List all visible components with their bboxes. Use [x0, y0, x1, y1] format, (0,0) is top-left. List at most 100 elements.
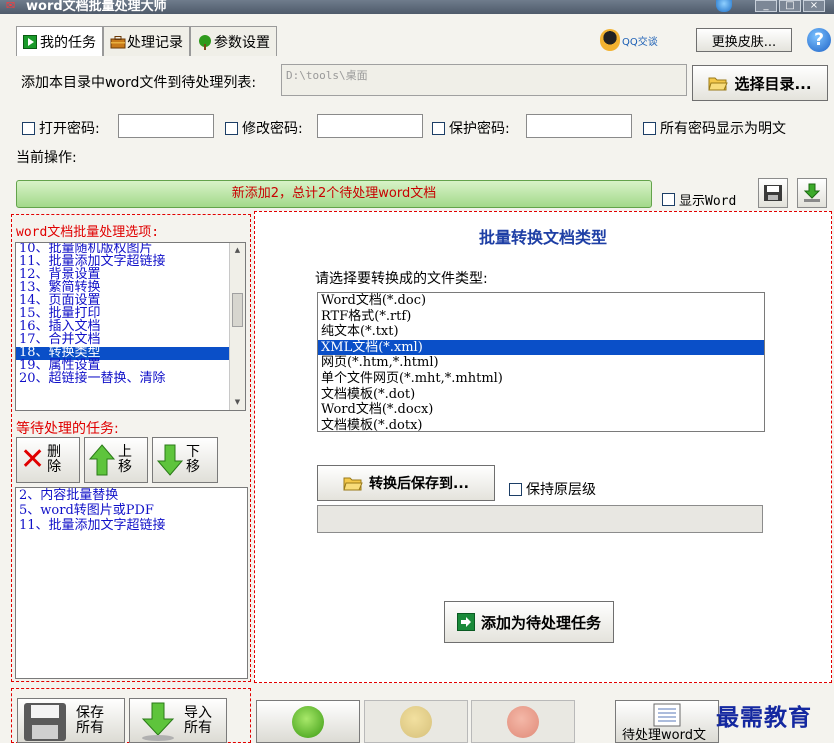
file-type-item[interactable]: 单个文件网页(*.mht,*.mhtml) [318, 371, 764, 387]
show-word-label: 显示Word [679, 194, 737, 209]
tab-process-history[interactable]: 处理记录 [103, 26, 190, 56]
change-skin-button[interactable]: 更换皮肤... [696, 28, 792, 52]
tab-bar: 我的任务 处理记录 参数设置 [16, 26, 277, 56]
option-list-item[interactable]: 20、超链接一替换、清除 [16, 372, 245, 386]
options-scrollbar[interactable]: ▲ ▼ [229, 243, 245, 410]
pending-task-item[interactable]: 5、word转图片或PDF [16, 503, 247, 518]
select-directory-button[interactable]: 选择目录... [692, 65, 828, 101]
directory-path-input[interactable]: D:\tools\桌面 [281, 64, 687, 96]
file-type-listbox[interactable]: Word文档(*.doc) RTF格式(*.rtf) 纯文本(*.txt) XML文档… [317, 292, 765, 432]
download-arrow-icon [803, 183, 821, 202]
status-message-bar: 新添加2，总计2个待处理word文档 [16, 180, 652, 208]
file-type-item[interactable]: Word文档(*.docx) [318, 402, 764, 418]
tab-my-tasks[interactable]: 我的任务 [16, 26, 103, 56]
keep-levels-checkbox[interactable]: 保持原层级 [509, 479, 596, 499]
save-all-button[interactable]: 保存所有 [17, 698, 125, 743]
save-to-label: 转换后保存到... [369, 476, 469, 492]
minimize-button[interactable]: _ [755, 0, 777, 12]
checkbox-box[interactable] [643, 121, 656, 135]
protect-password-input[interactable] [526, 114, 632, 138]
file-type-item[interactable]: RTF格式(*.rtf) [318, 309, 764, 325]
file-type-item[interactable]: 文档模板(*.dotx) [318, 418, 764, 431]
delete-task-button[interactable]: ✕ 删除 [16, 437, 80, 483]
red-x-icon: ✕ [20, 442, 46, 477]
file-type-item[interactable]: 纯文本(*.txt) [318, 324, 764, 340]
folder-open-icon [708, 77, 729, 91]
skin-indicator-icon[interactable] [716, 0, 732, 12]
maximize-button[interactable]: □ [779, 0, 801, 12]
show-plain-password-checkbox[interactable]: 所有密码显示为明文 [643, 118, 786, 138]
help-icon[interactable]: ? [807, 28, 831, 52]
up-arrow-icon [88, 444, 116, 476]
tab-settings[interactable]: 参数设置 [190, 26, 277, 56]
open-password-label: 打开密码: [39, 121, 100, 137]
file-type-item[interactable]: 网页(*.htm,*.html) [318, 355, 764, 371]
qq-penguin-icon [600, 29, 620, 51]
checkbox-box[interactable] [509, 482, 522, 496]
modify-password-label: 修改密码: [242, 121, 303, 137]
save-to-button[interactable]: 转换后保存到... [317, 465, 495, 501]
pending-tasks-listbox[interactable]: 2、内容批量替换 5、word转图片或PDF 11、批量添加文字超链接 [15, 487, 248, 679]
checkbox-box[interactable] [662, 193, 675, 206]
add-task-label: 添加为待处理任务 [480, 613, 601, 632]
options-listbox[interactable]: 10、批量随机版权图片 11、批量添加文字超链接 12、背景设置 13、繁简转换 14、… [15, 242, 246, 411]
convert-panel: 批量转换文档类型 请选择要转换成的文件类型: Word文档(*.doc) RTF格… [254, 211, 832, 683]
convert-title: 批量转换文档类型 [478, 228, 607, 247]
left-panel: word文档批量处理选项: 10、批量随机版权图片 11、批量添加文字超链接 12、… [11, 214, 251, 682]
qq-chat-label: QQ交谈 [622, 36, 658, 48]
start-button[interactable] [256, 700, 360, 743]
pending-word-label: 待处理word文 [622, 728, 706, 743]
pending-heading: 等待处理的任务: [16, 421, 119, 437]
play-circle-icon [292, 705, 324, 738]
move-up-button[interactable]: 上移 [84, 437, 148, 483]
tree-icon [197, 34, 211, 50]
save-list-button[interactable] [758, 178, 788, 208]
watermark-text: 最需教育 [716, 704, 812, 731]
close-button[interactable]: × [803, 0, 825, 12]
directory-label: 添加本目录中word文件到待处理列表: [21, 75, 257, 91]
scrollbar-thumb[interactable] [232, 293, 243, 327]
document-list-icon [653, 703, 681, 727]
checkbox-box[interactable] [432, 121, 445, 135]
conversion-progress-bar [317, 505, 763, 533]
stop-button[interactable] [471, 700, 575, 743]
modify-password-checkbox[interactable]: 修改密码: [225, 118, 303, 138]
import-arrow-icon [141, 702, 175, 741]
show-plain-password-label: 所有密码显示为明文 [660, 121, 786, 137]
keep-levels-label: 保持原层级 [526, 482, 596, 498]
tab-label: 处理记录 [127, 34, 183, 51]
tab-label: 参数设置 [214, 34, 270, 51]
pending-task-item[interactable]: 2、内容批量替换 [16, 488, 247, 503]
protect-password-checkbox[interactable]: 保护密码: [432, 118, 510, 138]
pending-word-button[interactable]: 待处理word文 [615, 700, 719, 743]
open-password-input[interactable] [118, 114, 214, 138]
delete-label: 删除 [47, 444, 62, 475]
file-type-item[interactable]: 文档模板(*.dot) [318, 387, 764, 403]
file-type-item[interactable]: XML文档(*.xml) [318, 339, 764, 356]
file-type-item[interactable]: Word文档(*.doc) [318, 293, 764, 309]
import-all-button[interactable]: 导入所有 [129, 698, 227, 743]
load-list-button[interactable] [797, 178, 827, 208]
move-down-button[interactable]: 下移 [152, 437, 218, 483]
stop-circle-icon [507, 705, 539, 738]
add-task-button[interactable]: 添加为待处理任务 [444, 601, 614, 643]
window-title: word文档批量处理大师 [26, 0, 167, 14]
checkbox-box[interactable] [22, 121, 35, 135]
scroll-down-arrow-icon[interactable]: ▼ [230, 395, 245, 410]
down-arrow-icon [156, 444, 184, 476]
checkbox-box[interactable] [225, 121, 238, 135]
qq-chat-button[interactable]: QQ交谈 [600, 28, 680, 52]
scroll-up-arrow-icon[interactable]: ▲ [230, 243, 245, 258]
pause-button[interactable] [364, 700, 468, 743]
move-down-label: 下移 [186, 444, 200, 475]
options-heading: word文档批量处理选项: [16, 225, 160, 240]
pause-circle-icon [400, 705, 432, 738]
move-up-label: 上移 [118, 444, 132, 475]
play-icon [23, 34, 37, 49]
current-operation-label: 当前操作: [16, 150, 77, 166]
modify-password-input[interactable] [317, 114, 423, 138]
show-word-checkbox[interactable]: 显示Word [662, 190, 736, 209]
floppy-disk-icon [24, 702, 66, 741]
pending-task-item[interactable]: 11、批量添加文字超链接 [16, 518, 247, 533]
open-password-checkbox[interactable]: 打开密码: [22, 118, 100, 138]
